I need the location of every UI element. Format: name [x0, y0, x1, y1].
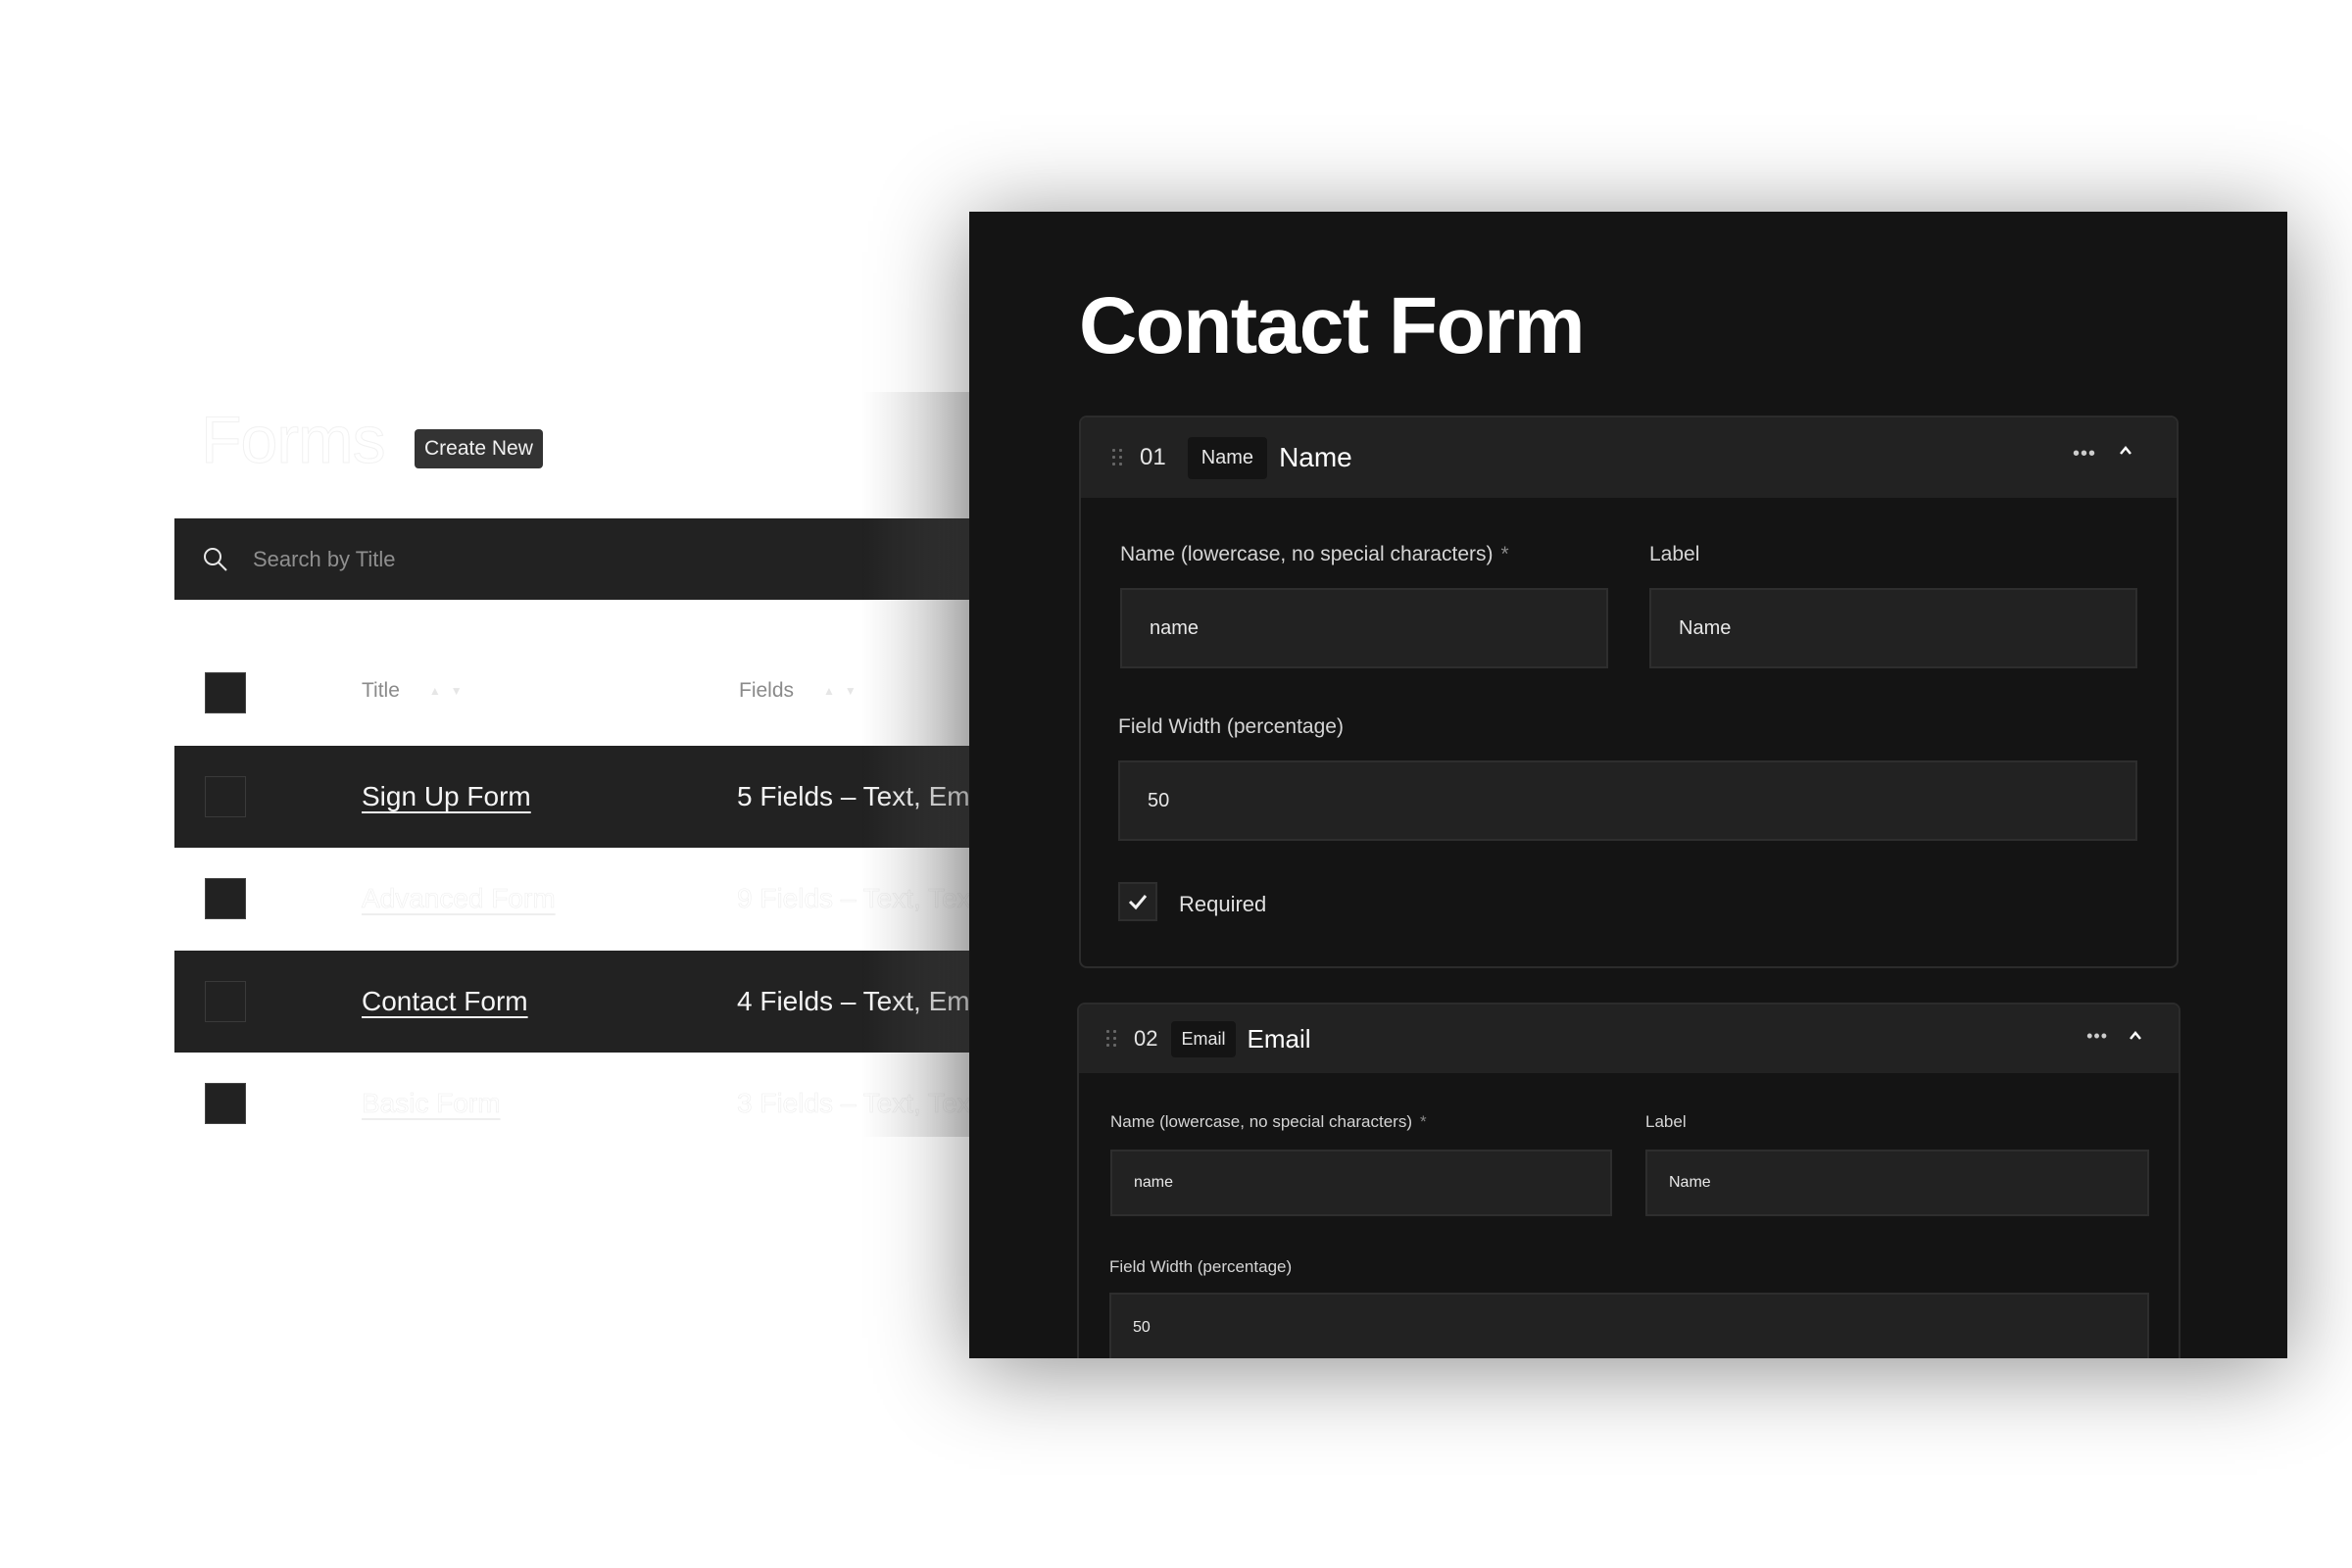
width-field-label: Field Width (percentage) — [1109, 1257, 1293, 1276]
sort-icon[interactable]: ▲▼ — [823, 684, 866, 698]
search-icon — [204, 547, 227, 571]
row-fields: 9 Fields – Text, Tex — [737, 883, 971, 914]
field-number: 02 — [1134, 1026, 1158, 1051]
select-all-checkbox[interactable] — [205, 672, 246, 713]
row-fields: 3 Fields – Text, Tex — [737, 1088, 971, 1119]
sort-icon[interactable]: ▲▼ — [429, 684, 472, 698]
field-label-display: Name — [1279, 442, 1352, 472]
editor-title: Contact Form — [1079, 281, 1586, 370]
row-title-link[interactable]: Advanced Form — [362, 848, 556, 950]
row-fields: 5 Fields – Text, Em — [737, 781, 970, 811]
field-card-email: 02 Email Email ••• Name (lowercase, no s… — [1077, 1003, 2180, 1358]
drag-handle-icon[interactable] — [1106, 1030, 1116, 1048]
table-row[interactable]: Sign Up Form 5 Fields – Text, Em — [174, 746, 988, 848]
column-header-title[interactable]: Title ▲▼ — [362, 666, 472, 715]
chevron-up-icon[interactable] — [2116, 441, 2135, 461]
table-row[interactable]: Advanced Form 9 Fields – Text, Tex — [174, 848, 988, 950]
column-fields-label: Fields — [739, 679, 795, 702]
row-checkbox[interactable] — [205, 878, 246, 919]
field-card-name: 01 Name Name ••• Name (lowercase, no spe… — [1079, 416, 2179, 968]
ellipsis-icon[interactable]: ••• — [2073, 443, 2096, 466]
row-title-link[interactable]: Basic Form — [362, 1053, 501, 1154]
column-title-label: Title — [362, 679, 400, 702]
checkmark-icon — [1128, 895, 1148, 910]
required-checkbox[interactable] — [1118, 882, 1157, 921]
required-label: Required — [1179, 892, 1267, 916]
field-card-header[interactable]: 01 Name Name ••• — [1081, 417, 2177, 498]
row-checkbox[interactable] — [205, 981, 246, 1022]
chevron-up-icon[interactable] — [2126, 1026, 2145, 1046]
label-field-label: Label — [1645, 1112, 1687, 1131]
field-label-display: Email — [1247, 1023, 1311, 1054]
row-fields: 4 Fields – Text, Em — [737, 986, 970, 1016]
create-new-button[interactable]: Create New — [415, 429, 543, 468]
name-field-label: Name (lowercase, no special characters) * — [1110, 1112, 1427, 1131]
row-title-link[interactable]: Sign Up Form — [362, 746, 531, 848]
row-checkbox[interactable] — [205, 1083, 246, 1124]
page-title: Forms — [201, 403, 387, 478]
field-type-badge: Email — [1171, 1020, 1236, 1057]
label-field-label: Label — [1649, 543, 1700, 565]
table-row[interactable]: Contact Form 4 Fields – Text, Em — [174, 951, 988, 1053]
column-header-fields[interactable]: Fields ▲▼ — [739, 666, 866, 715]
width-input[interactable] — [1109, 1293, 2149, 1358]
field-number: 01 — [1140, 444, 1166, 470]
form-editor-panel: Contact Form 01 Name Name ••• Name (lowe… — [969, 212, 2287, 1358]
drag-handle-icon[interactable] — [1112, 449, 1122, 466]
label-input[interactable] — [1649, 588, 2137, 668]
name-input[interactable] — [1120, 588, 1608, 668]
row-title-link[interactable]: Contact Form — [362, 951, 528, 1053]
field-card-header[interactable]: 02 Email Email ••• — [1079, 1004, 2179, 1073]
search-input[interactable] — [253, 546, 841, 572]
search-bar — [174, 518, 988, 600]
field-type-badge: Name — [1187, 436, 1268, 479]
width-input[interactable] — [1118, 760, 2137, 841]
row-checkbox[interactable] — [205, 776, 246, 817]
name-input[interactable] — [1110, 1150, 1612, 1216]
table-row[interactable]: Basic Form 3 Fields – Text, Tex — [174, 1053, 988, 1154]
ellipsis-icon[interactable]: ••• — [2086, 1026, 2108, 1047]
name-field-label: Name (lowercase, no special characters) * — [1120, 543, 1509, 565]
label-input[interactable] — [1645, 1150, 2149, 1216]
width-field-label: Field Width (percentage) — [1118, 715, 1344, 738]
